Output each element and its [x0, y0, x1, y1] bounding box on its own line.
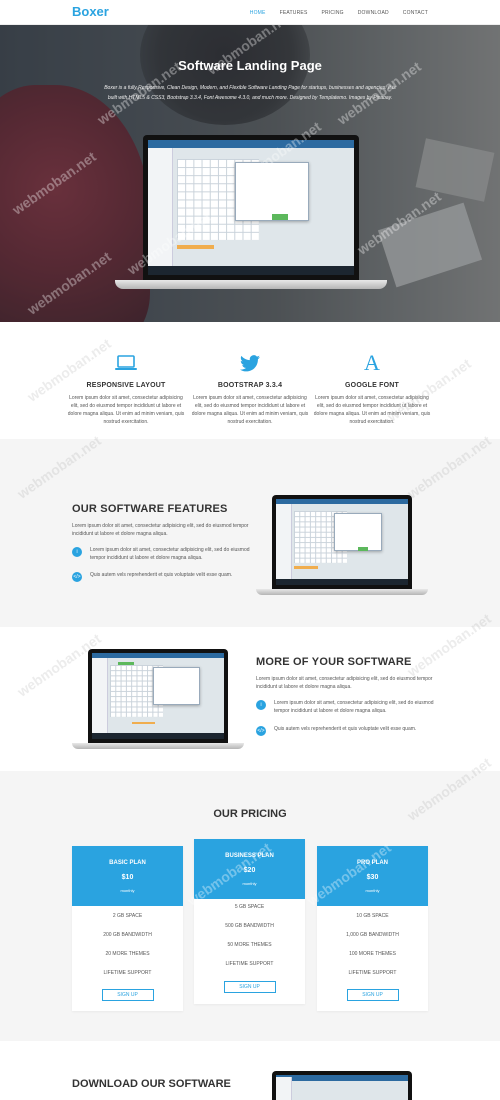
bullet-text: Lorem ipsum dolor sit amet, consectetur … — [274, 700, 434, 714]
software-laptop-image — [256, 495, 428, 599]
plan-header: BASIC PLAN $10 monthly — [72, 846, 183, 906]
hero-subtitle: Boxer is a fully Responsive, Clean Desig… — [104, 85, 396, 101]
laptop-screen — [272, 1071, 412, 1100]
plan-period: monthly — [365, 888, 380, 893]
plan-name: BUSINESS PLAN — [225, 853, 274, 859]
section-title: DOWNLOAD OUR SOFTWARE — [72, 1078, 231, 1090]
feature-card: BOOTSTRAP 3.3.4 Lorem ipsum dolor sit am… — [190, 352, 310, 426]
plan-feature: 1,000 GB BANDWIDTH — [346, 932, 399, 938]
more-laptop-image — [72, 649, 244, 753]
plan-feature: 2 GB SPACE — [112, 913, 143, 919]
download-section: DOWNLOAD OUR SOFTWARE — [0, 1041, 500, 1100]
laptop-display — [92, 653, 224, 739]
font-icon: A — [364, 350, 380, 375]
plan-feature: LIFETIME SUPPORT — [225, 961, 274, 967]
feature-card: A GOOGLE FONT Lorem ipsum dolor sit amet… — [312, 352, 432, 426]
more-software-section: MORE OF YOUR SOFTWARE Lorem ipsum dolor … — [0, 610, 500, 771]
plan-feature: 200 GB BANDWIDTH — [103, 932, 152, 938]
plan-period: monthly — [242, 881, 257, 886]
bullet-text: Quis autem vels reprehenderit et quis vo… — [90, 572, 233, 578]
plan-feature: 20 MORE THEMES — [105, 951, 150, 957]
software-features-section: OUR SOFTWARE FEATURES Lorem ipsum dolor … — [0, 432, 500, 627]
section-title: MORE OF YOUR SOFTWARE — [256, 656, 412, 668]
code-icon: </> — [72, 572, 82, 582]
download-laptop-image — [256, 1071, 428, 1100]
plan-features: 10 GB SPACE 1,000 GB BANDWIDTH 100 MORE … — [317, 907, 428, 983]
feature-card: RESPONSIVE LAYOUT Lorem ipsum dolor sit … — [66, 352, 186, 426]
plan-name: BASIC PLAN — [109, 860, 146, 866]
sign-up-button[interactable]: SIGN UP — [101, 989, 154, 1001]
pricing-plan-business: BUSINESS PLAN $20 monthly 5 GB SPACE 500… — [194, 839, 305, 1004]
feature-text: Lorem ipsum dolor sit amet, consectetur … — [191, 395, 309, 425]
plan-price: $10 — [121, 874, 134, 881]
top-navbar: Boxer HOME FEATURES PRICING DOWNLOAD CON… — [0, 0, 500, 25]
feature-bullet: </> Quis autem vels reprehenderit et qui… — [256, 725, 436, 736]
plan-feature: 500 GB BANDWIDTH — [225, 923, 274, 929]
feature-bullet: i Lorem ipsum dolor sit amet, consectetu… — [72, 546, 252, 562]
pricing-plan-basic: BASIC PLAN $10 monthly 2 GB SPACE 200 GB… — [72, 846, 183, 1011]
laptop-display — [276, 1075, 408, 1100]
feature-text: Lorem ipsum dolor sit amet, consectetur … — [313, 395, 431, 425]
plan-feature: 50 MORE THEMES — [227, 942, 272, 948]
laptop-display — [148, 140, 354, 275]
plan-feature: 10 GB SPACE — [356, 913, 389, 919]
laptop-screen — [143, 135, 359, 280]
plan-feature: LIFETIME SUPPORT — [348, 970, 397, 976]
plan-name: PRO PLAN — [356, 860, 388, 866]
laptop-base — [115, 280, 387, 289]
brand-logo[interactable]: Boxer — [72, 4, 109, 19]
hero-laptop-image — [115, 135, 387, 315]
plan-header: BUSINESS PLAN $20 monthly — [194, 839, 305, 899]
laptop-display — [276, 499, 408, 585]
hero-title: Software Landing Page — [178, 58, 322, 73]
laptop-screen — [272, 495, 412, 589]
feature-bullet: i Lorem ipsum dolor sit amet, consectetu… — [256, 699, 436, 715]
nav-item-features[interactable]: FEATURES — [280, 10, 308, 16]
twitter-icon — [190, 352, 310, 374]
plan-feature: 5 GB SPACE — [234, 904, 265, 910]
nav-item-contact[interactable]: CONTACT — [403, 10, 428, 16]
watermark: webmoban.net — [14, 432, 104, 502]
hero-section: Software Landing Page Boxer is a fully R… — [0, 25, 500, 322]
plan-header: PRO PLAN $30 monthly — [317, 846, 428, 906]
plan-price: $20 — [243, 867, 256, 874]
nav-item-pricing[interactable]: PRICING — [322, 10, 344, 16]
plan-period: monthly — [120, 888, 135, 893]
feature-title: RESPONSIVE LAYOUT — [86, 382, 166, 389]
laptop-screen — [88, 649, 228, 743]
laptop-icon — [66, 352, 186, 374]
sign-up-button[interactable]: SIGN UP — [346, 989, 399, 1001]
pricing-section: OUR PRICING BASIC PLAN $10 monthly 2 GB … — [0, 754, 500, 1041]
features-section: RESPONSIVE LAYOUT Lorem ipsum dolor sit … — [0, 322, 500, 439]
bullet-text: Quis autem vels reprehenderit et quis vo… — [274, 726, 417, 732]
code-icon: </> — [256, 726, 266, 736]
section-lead: Lorem ipsum dolor sit amet, consectetur … — [72, 523, 249, 537]
section-title: OUR PRICING — [213, 808, 287, 820]
bullet-text: Lorem ipsum dolor sit amet, consectetur … — [90, 547, 250, 561]
feature-bullet: </> Quis autem vels reprehenderit et qui… — [72, 571, 252, 582]
watermark: webmoban.net — [404, 432, 494, 502]
plan-features: 5 GB SPACE 500 GB BANDWIDTH 50 MORE THEM… — [194, 898, 305, 974]
nav-item-home[interactable]: HOME — [250, 10, 266, 16]
feature-title: GOOGLE FONT — [345, 382, 399, 389]
sign-up-button[interactable]: SIGN UP — [223, 981, 276, 993]
plan-features: 2 GB SPACE 200 GB BANDWIDTH 20 MORE THEM… — [72, 907, 183, 983]
plan-feature: 100 MORE THEMES — [349, 951, 396, 957]
section-lead: Lorem ipsum dolor sit amet, consectetur … — [256, 676, 433, 690]
nav-menu: HOME FEATURES PRICING DOWNLOAD CONTACT — [250, 10, 428, 16]
plan-feature: LIFETIME SUPPORT — [103, 970, 152, 976]
nav-item-download[interactable]: DOWNLOAD — [358, 10, 389, 16]
info-icon: i — [256, 700, 266, 710]
feature-title: BOOTSTRAP 3.3.4 — [217, 382, 283, 389]
plan-price: $30 — [366, 874, 379, 881]
pricing-plan-pro: PRO PLAN $30 monthly 10 GB SPACE 1,000 G… — [317, 846, 428, 1011]
section-title: OUR SOFTWARE FEATURES — [72, 503, 228, 515]
laptop-base — [72, 743, 244, 749]
laptop-base — [256, 589, 428, 595]
feature-text: Lorem ipsum dolor sit amet, consectetur … — [67, 395, 185, 425]
info-icon: i — [72, 547, 82, 557]
